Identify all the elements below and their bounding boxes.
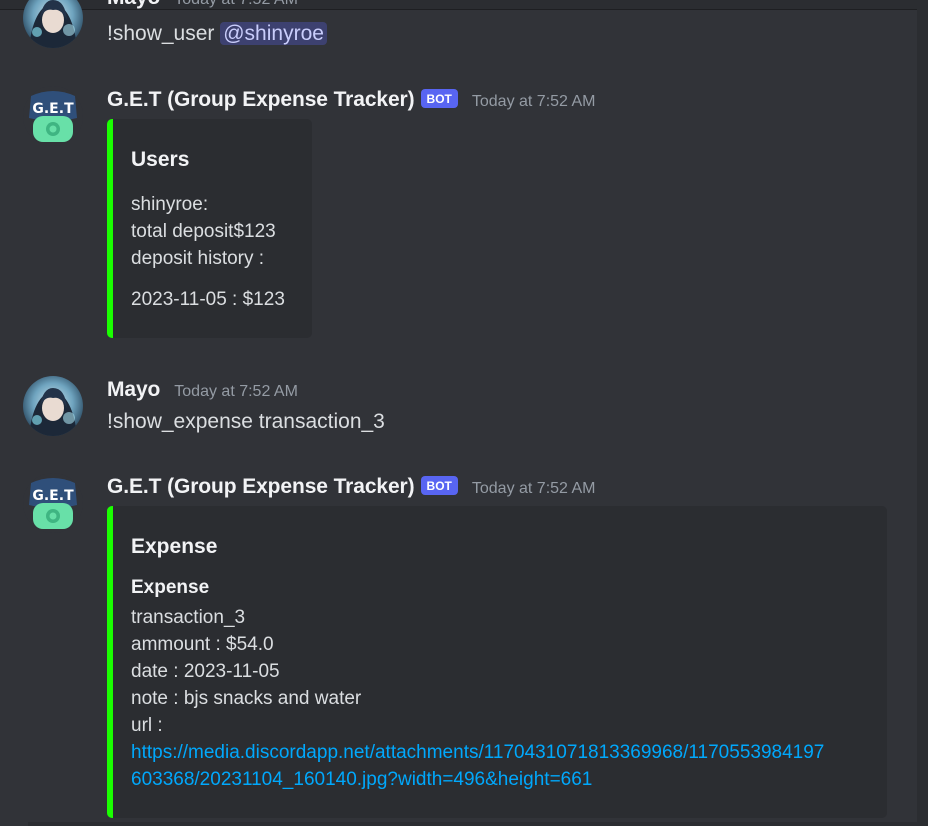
embed-line: url : bbox=[131, 715, 163, 736]
embed-line: note : bjs snacks and water bbox=[131, 688, 362, 709]
chat-messages-area: Mayo Today at 7:52 AM !show_user @shinyr… bbox=[0, 0, 928, 826]
url-link-part-1[interactable]: https://media.discordapp.net/attachments… bbox=[131, 742, 824, 763]
embed-url-link-continued[interactable]: 603368/20231104_160140.jpg?width=496&hei… bbox=[131, 769, 592, 791]
message-author[interactable]: G.E.T (Group Expense Tracker) bbox=[107, 475, 415, 499]
users-embed: Users shinyroe: total deposit$123 deposi… bbox=[107, 119, 312, 338]
embed-line: transaction_3 bbox=[131, 607, 246, 628]
anime-character-avatar-icon[interactable] bbox=[23, 0, 83, 48]
message-text: !show_user bbox=[107, 22, 221, 45]
url-link-part-2[interactable]: 603368/20231104_160140.jpg?width=496&hei… bbox=[131, 769, 592, 790]
user-mention[interactable]: @shinyroe bbox=[220, 22, 327, 45]
message-mayo-show-user: Mayo Today at 7:52 AM !show_user @shinyr… bbox=[0, 0, 917, 60]
expense-embed: Expense Expense transaction_3 ammount : … bbox=[107, 506, 887, 818]
message-author[interactable]: Mayo bbox=[107, 378, 160, 402]
message-content: !show_expense transaction_3 bbox=[107, 410, 385, 433]
message-bot-users: G.E.T G.E.T (Group Expense Tracker) BOT … bbox=[0, 86, 917, 346]
embed-line: shinyroe: bbox=[131, 194, 209, 215]
embed-line: total deposit$123 bbox=[131, 221, 276, 242]
get-bot-avatar-icon[interactable]: G.E.T bbox=[23, 86, 83, 146]
message-author[interactable]: G.E.T (Group Expense Tracker) bbox=[107, 88, 415, 112]
message-timestamp: Today at 7:52 AM bbox=[174, 0, 298, 9]
bot-badge: BOT bbox=[420, 89, 458, 108]
message-timestamp: Today at 7:52 AM bbox=[471, 480, 596, 497]
embed-title: Expense bbox=[131, 535, 218, 558]
svg-text:G.E.T: G.E.T bbox=[32, 101, 74, 117]
scrollbar-track[interactable] bbox=[917, 0, 928, 826]
message-input-edge bbox=[28, 822, 917, 826]
embed-title: Users bbox=[131, 148, 190, 171]
message-timestamp: Today at 7:52 AM bbox=[174, 383, 298, 400]
embed-field-name: Expense bbox=[131, 577, 210, 598]
embed-line: deposit history : bbox=[131, 248, 265, 269]
embed-line: ammount : $54.0 bbox=[131, 634, 274, 655]
message-timestamp: Today at 7:52 AM bbox=[471, 93, 596, 110]
message-bot-expense: G.E.T G.E.T (Group Expense Tracker) BOT … bbox=[0, 473, 917, 823]
embed-line: 2023-11-05 : $123 bbox=[131, 289, 285, 310]
get-bot-avatar-icon[interactable]: G.E.T bbox=[23, 473, 83, 533]
anime-character-avatar-icon[interactable] bbox=[23, 376, 83, 436]
message-content: !show_user @shinyroe bbox=[107, 22, 327, 46]
svg-text:G.E.T: G.E.T bbox=[32, 488, 74, 504]
embed-line: date : 2023-11-05 bbox=[131, 661, 280, 682]
embed-url-link[interactable]: https://media.discordapp.net/attachments… bbox=[131, 742, 824, 764]
message-author[interactable]: Mayo bbox=[107, 0, 160, 10]
message-mayo-show-expense: Mayo Today at 7:52 AM !show_expense tran… bbox=[0, 376, 917, 446]
bot-badge: BOT bbox=[420, 476, 458, 495]
